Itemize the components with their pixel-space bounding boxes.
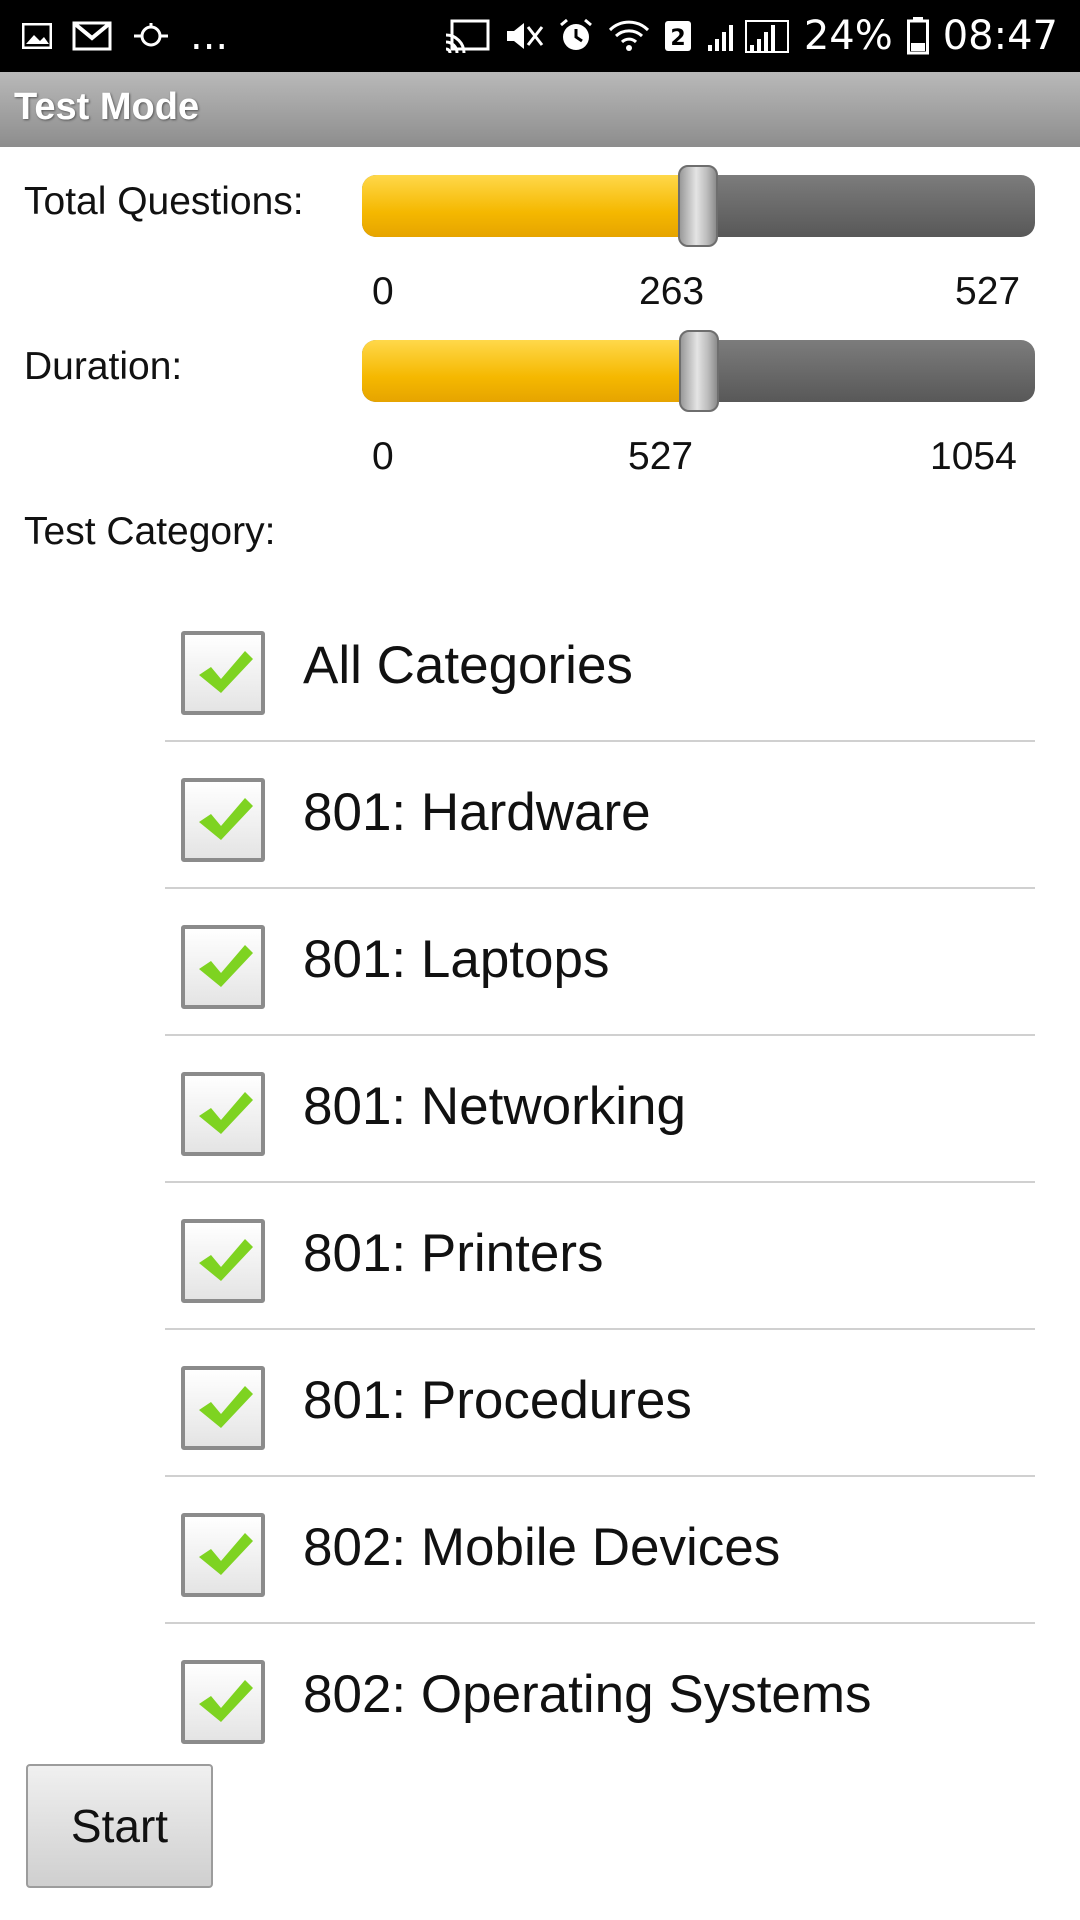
category-item-all[interactable]: All Categories bbox=[165, 595, 1035, 742]
total-questions-label: Total Questions: bbox=[24, 180, 304, 223]
wifi-icon bbox=[608, 20, 650, 52]
category-item-label: 801: Laptops bbox=[303, 930, 610, 989]
test-category-label: Test Category: bbox=[24, 510, 276, 553]
duration-slider-thumb[interactable] bbox=[678, 330, 719, 412]
clock: 08:47 bbox=[942, 13, 1058, 59]
gmail-icon bbox=[72, 21, 112, 51]
status-bar-right: 2 24% 08:47 bbox=[444, 0, 1058, 72]
check-icon bbox=[199, 945, 253, 987]
check-icon bbox=[199, 1680, 253, 1722]
category-checkbox[interactable] bbox=[181, 1072, 265, 1156]
category-item-label: 802: Mobile Devices bbox=[303, 1518, 781, 1577]
sim-label: 2 bbox=[670, 26, 685, 51]
check-icon bbox=[199, 1386, 253, 1428]
total-questions-mid: 263 bbox=[639, 270, 705, 313]
category-item-label: 801: Printers bbox=[303, 1224, 604, 1283]
category-checkbox[interactable] bbox=[181, 778, 265, 862]
check-icon bbox=[199, 1533, 253, 1575]
total-questions-slider-thumb[interactable] bbox=[677, 165, 718, 247]
category-item-operating-systems[interactable]: 802: Operating Systems bbox=[165, 1624, 1035, 1754]
action-bar: Test Mode bbox=[0, 72, 1080, 147]
category-item-label: 801: Networking bbox=[303, 1077, 686, 1136]
duration-max: 1054 bbox=[930, 435, 1017, 478]
category-item-label: 801: Hardware bbox=[303, 783, 651, 842]
cast-icon bbox=[444, 19, 490, 53]
category-checkbox[interactable] bbox=[181, 925, 265, 1009]
battery-percent: 24% bbox=[803, 13, 893, 59]
category-item-procedures[interactable]: 801: Procedures bbox=[165, 1330, 1035, 1477]
check-icon bbox=[199, 1092, 253, 1134]
check-icon bbox=[199, 798, 253, 840]
mute-icon bbox=[504, 19, 544, 53]
category-item-printers[interactable]: 801: Printers bbox=[165, 1183, 1035, 1330]
category-checkbox[interactable] bbox=[181, 631, 265, 715]
status-bar: ... 2 24% 08:47 bbox=[0, 0, 1080, 72]
duration-label: Duration: bbox=[24, 345, 183, 388]
category-checkbox[interactable] bbox=[181, 1513, 265, 1597]
category-checkbox[interactable] bbox=[181, 1366, 265, 1450]
duration-slider-fill bbox=[362, 340, 699, 402]
app-title: Test Mode bbox=[14, 86, 200, 128]
sync-icon bbox=[132, 21, 170, 51]
category-checkbox[interactable] bbox=[181, 1660, 265, 1744]
battery-icon bbox=[906, 17, 929, 55]
status-bar-left: ... bbox=[22, 0, 228, 72]
gallery-icon bbox=[22, 23, 52, 49]
sim-icon: 2 bbox=[664, 20, 692, 52]
notification-overflow: ... bbox=[190, 13, 229, 59]
start-button[interactable]: Start bbox=[26, 1764, 213, 1888]
category-item-laptops[interactable]: 801: Laptops bbox=[165, 889, 1035, 1036]
total-questions-min: 0 bbox=[372, 270, 394, 313]
check-icon bbox=[199, 1239, 253, 1281]
category-item-hardware[interactable]: 801: Hardware bbox=[165, 742, 1035, 889]
category-item-label: 802: Operating Systems bbox=[303, 1665, 872, 1724]
category-item-label: All Categories bbox=[303, 636, 633, 695]
category-checkbox[interactable] bbox=[181, 1219, 265, 1303]
signal-icon bbox=[706, 19, 790, 53]
category-item-mobile-devices[interactable]: 802: Mobile Devices bbox=[165, 1477, 1035, 1624]
duration-min: 0 bbox=[372, 435, 394, 478]
total-questions-slider-fill bbox=[362, 175, 698, 237]
alarm-icon bbox=[558, 18, 594, 54]
category-item-label: 801: Procedures bbox=[303, 1371, 692, 1430]
duration-mid: 527 bbox=[628, 435, 694, 478]
category-item-networking[interactable]: 801: Networking bbox=[165, 1036, 1035, 1183]
total-questions-max: 527 bbox=[955, 270, 1021, 313]
check-icon bbox=[199, 651, 253, 693]
